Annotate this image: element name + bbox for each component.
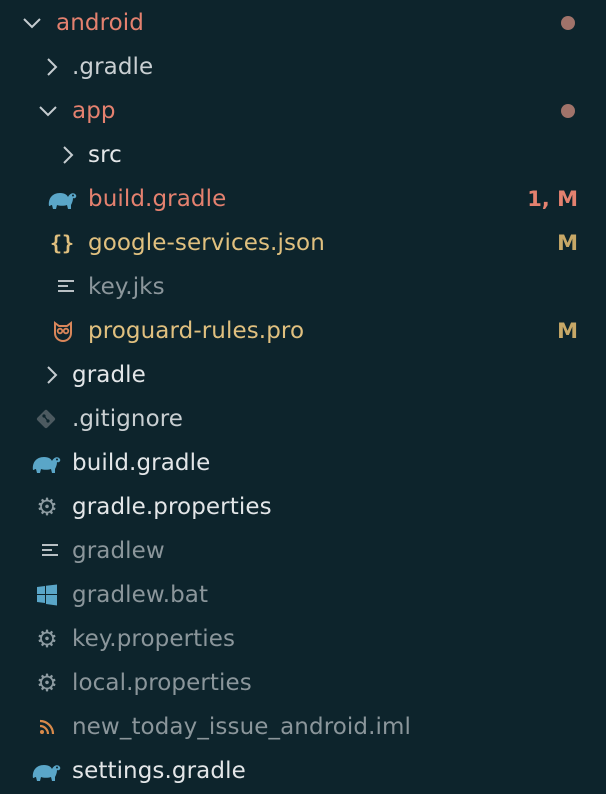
text-lines-icon xyxy=(50,265,82,309)
tree-item-label: gradle.properties xyxy=(72,494,272,520)
tree-item-label: android xyxy=(56,10,144,36)
owl-icon xyxy=(47,309,79,353)
rss-icon xyxy=(31,705,63,749)
modified-dot-indicator xyxy=(561,104,575,118)
tree-folder-dot-gradle[interactable]: .gradle xyxy=(0,45,606,89)
tree-file-iml[interactable]: new_today_issue_android.iml xyxy=(0,705,606,749)
windows-icon xyxy=(31,573,63,617)
git-status-badge: M xyxy=(557,319,578,343)
tree-item-label: local.properties xyxy=(72,670,252,696)
tree-item-label: key.properties xyxy=(72,626,236,652)
tree-item-label: new_today_issue_android.iml xyxy=(72,714,411,740)
gear-icon: ⚙ xyxy=(36,669,58,697)
tree-item-label: key.jks xyxy=(88,274,165,300)
gradle-elephant-icon xyxy=(30,749,62,793)
tree-folder-src[interactable]: src xyxy=(0,133,606,177)
tree-file-build-gradle[interactable]: build.gradle xyxy=(0,441,606,485)
tree-item-label: .gitignore xyxy=(72,406,184,432)
tree-file-key-properties[interactable]: ⚙ key.properties xyxy=(0,617,606,661)
chevron-right-icon[interactable] xyxy=(42,45,62,89)
tree-file-app-build-gradle[interactable]: build.gradle 1, M xyxy=(0,177,606,221)
chevron-down-icon[interactable] xyxy=(38,89,58,133)
tree-folder-app[interactable]: app xyxy=(0,89,606,133)
tree-item-label: .gradle xyxy=(72,54,154,80)
tree-folder-android[interactable]: android xyxy=(0,1,606,45)
file-explorer-tree: android .gradle app src build.gradle 1, … xyxy=(0,0,606,794)
tree-item-label: src xyxy=(88,142,122,168)
chevron-down-icon[interactable] xyxy=(22,1,42,45)
tree-folder-gradle[interactable]: gradle xyxy=(0,353,606,397)
tree-file-key-jks[interactable]: key.jks xyxy=(0,265,606,309)
text-lines-icon xyxy=(34,529,66,573)
tree-file-google-services-json[interactable]: {} google-services.json M xyxy=(0,221,606,265)
json-braces-icon: {} xyxy=(49,231,75,255)
tree-item-label: google-services.json xyxy=(88,230,325,256)
tree-item-label: settings.gradle xyxy=(72,758,246,784)
tree-item-label: gradle xyxy=(72,362,146,388)
gradle-elephant-icon xyxy=(30,441,62,485)
tree-file-settings-gradle[interactable]: settings.gradle xyxy=(0,749,606,793)
tree-item-label: gradlew xyxy=(72,538,165,564)
tree-file-gradle-properties[interactable]: ⚙ gradle.properties xyxy=(0,485,606,529)
git-status-badge: M xyxy=(557,231,578,255)
tree-file-gradlew-bat[interactable]: gradlew.bat xyxy=(0,573,606,617)
gear-icon: ⚙ xyxy=(36,493,58,521)
tree-file-gradlew[interactable]: gradlew xyxy=(0,529,606,573)
tree-file-gitignore[interactable]: .gitignore xyxy=(0,397,606,441)
gradle-elephant-icon xyxy=(46,177,78,221)
tree-file-local-properties[interactable]: ⚙ local.properties xyxy=(0,661,606,705)
chevron-right-icon[interactable] xyxy=(58,133,78,177)
gear-icon: ⚙ xyxy=(36,625,58,653)
tree-item-label: proguard-rules.pro xyxy=(88,318,305,344)
git-status-badge: 1, M xyxy=(527,187,578,211)
tree-item-label: gradlew.bat xyxy=(72,582,209,608)
tree-item-label: build.gradle xyxy=(72,450,211,476)
git-icon xyxy=(30,397,62,441)
modified-dot-indicator xyxy=(561,16,575,30)
chevron-right-icon[interactable] xyxy=(42,353,62,397)
tree-item-label: build.gradle xyxy=(88,186,227,212)
tree-item-label: app xyxy=(72,98,116,124)
tree-file-proguard-rules[interactable]: proguard-rules.pro M xyxy=(0,309,606,353)
